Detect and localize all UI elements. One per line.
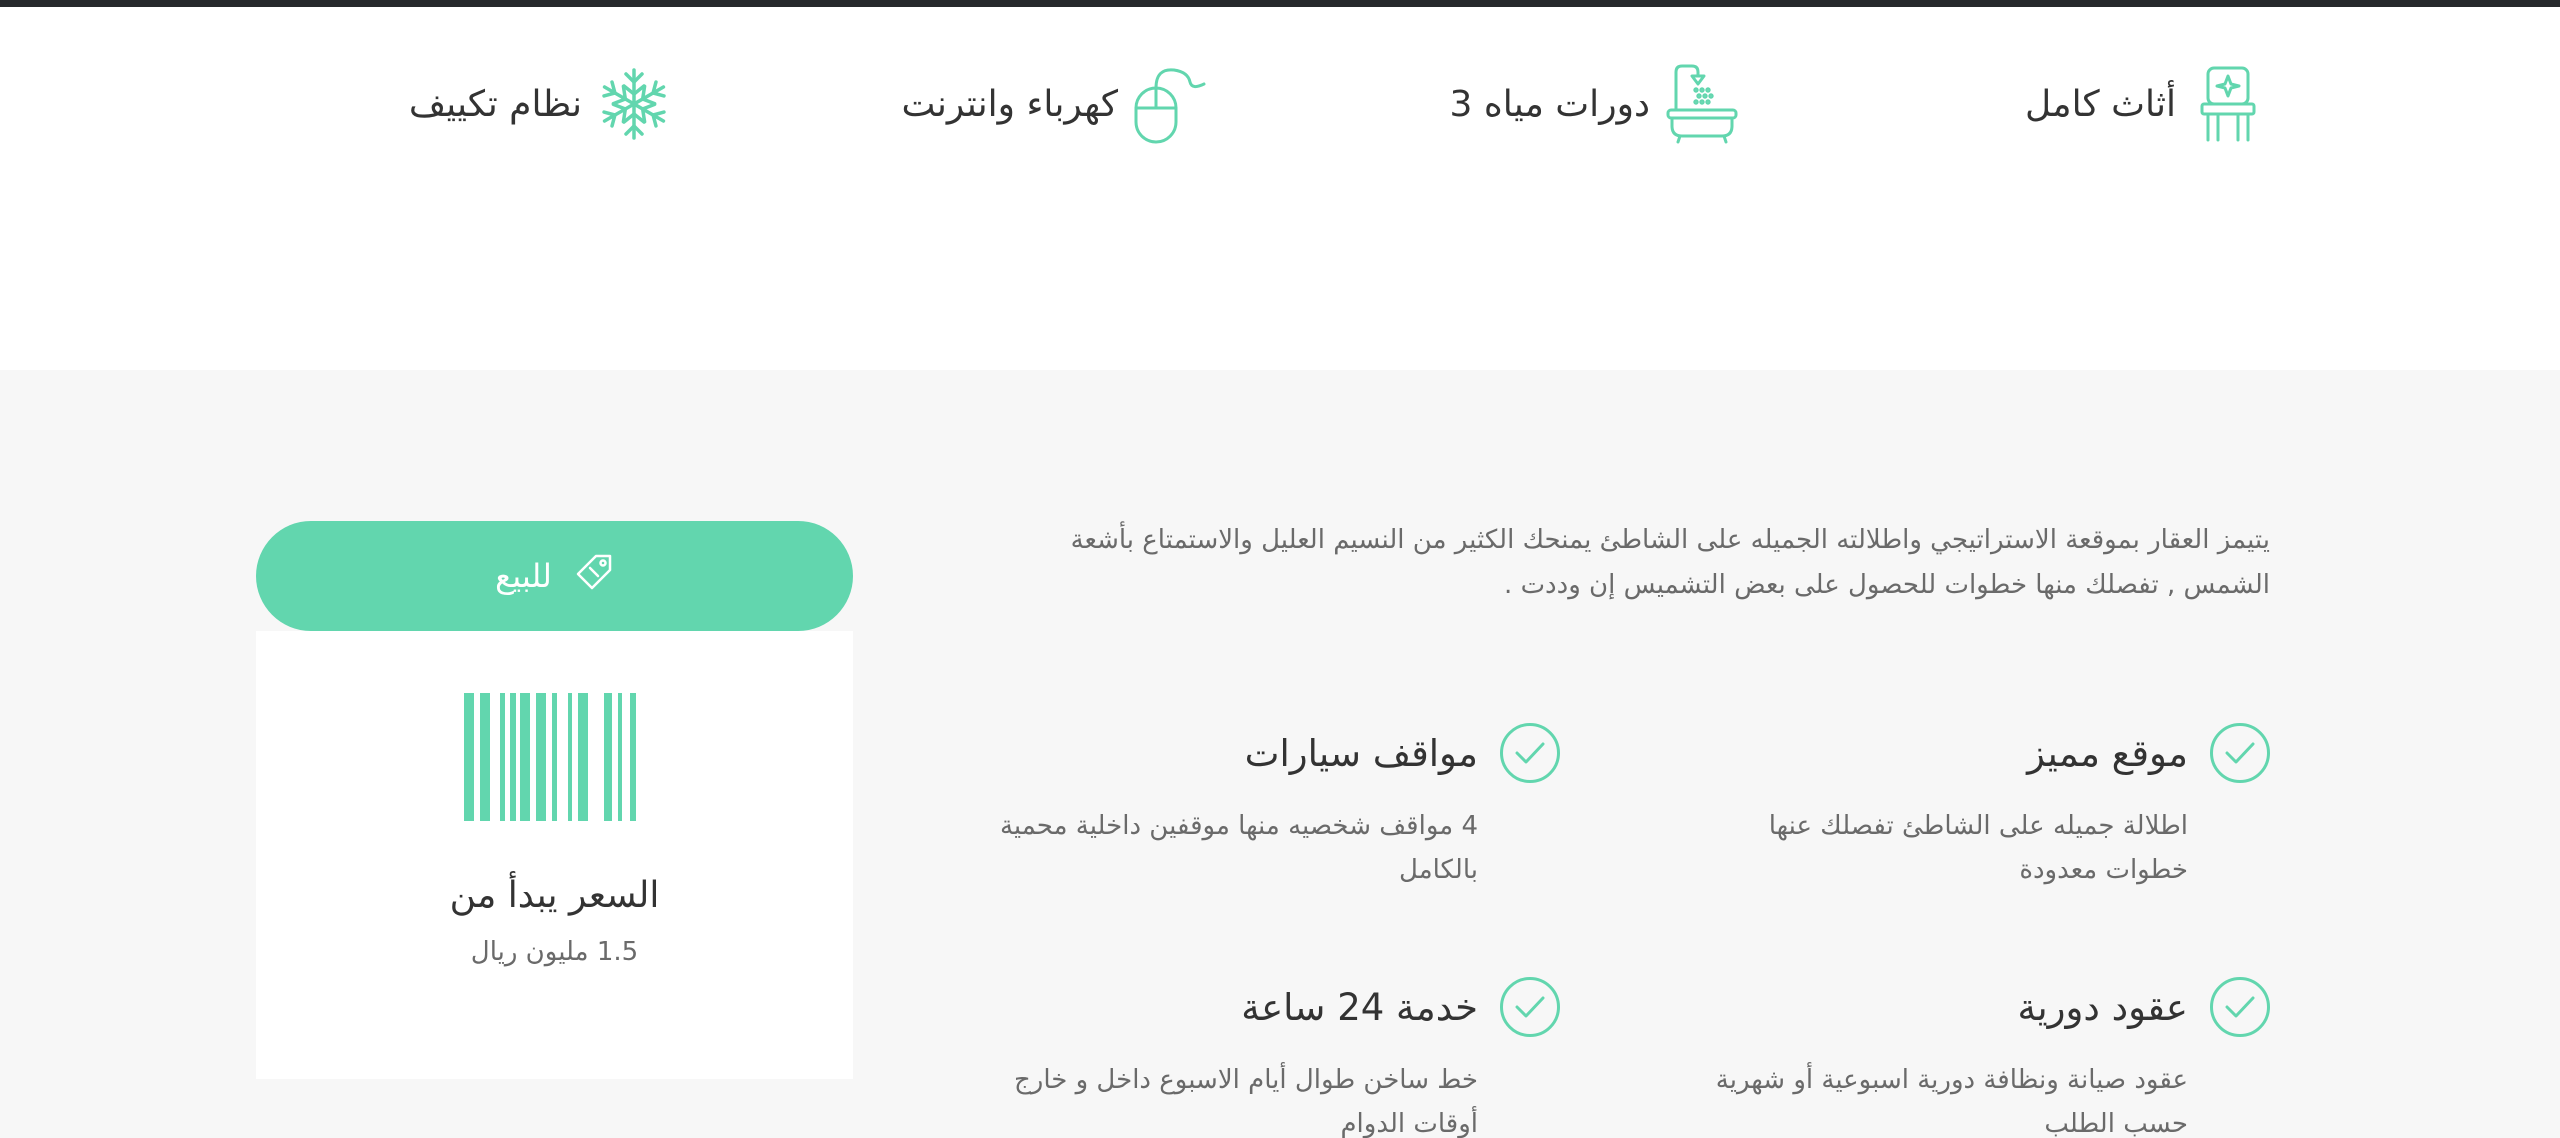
amenity-bathrooms: 3 دورات مياه <box>1450 62 1740 146</box>
price-value: 1.5 مليون ريال <box>470 937 639 967</box>
feature-title: موقع مميز <box>2027 731 2188 775</box>
feature-title: خدمة 24 ساعة <box>1241 985 1478 1029</box>
feature-24h-service: خدمة 24 ساعة خط ساخن طوال أيام الاسبوع د… <box>1000 976 1560 1138</box>
snowflake-icon <box>596 64 672 144</box>
for-sale-button[interactable]: للبيع <box>256 521 853 631</box>
price-card: السعر يبدأ من 1.5 مليون ريال <box>256 631 853 1079</box>
amenity-furniture: أثاث كامل <box>2025 62 2266 146</box>
check-circle-icon <box>1500 723 1560 783</box>
feature-parking: مواقف سيارات 4 مواقف شخصيه منها موقفين د… <box>1000 722 1560 892</box>
tag-icon <box>574 554 614 598</box>
mouse-icon <box>1132 64 1208 144</box>
for-sale-label: للبيع <box>495 557 552 595</box>
check-circle-icon <box>2210 977 2270 1037</box>
feature-text: 4 مواقف شخصيه منها موقفين داخلية محمية ب… <box>999 811 1478 885</box>
chair-icon <box>2190 64 2266 144</box>
amenity-air-conditioning: نظام تكييف <box>409 62 672 146</box>
amenity-electricity-internet: كهرباء وانترنت <box>902 62 1208 146</box>
amenity-label: أثاث كامل <box>2025 83 2176 125</box>
feature-periodic-contracts: عقود دورية عقود صيانة ونظافة دورية اسبوع… <box>1710 976 2270 1138</box>
top-dark-bar <box>0 0 2560 7</box>
amenity-label: نظام تكييف <box>408 83 582 125</box>
feature-text: عقود صيانة ونظافة دورية اسبوعية أو شهرية… <box>1715 1065 2188 1138</box>
amenity-label: 3 دورات مياه <box>1449 83 1650 125</box>
price-title: السعر يبدأ من <box>449 875 660 916</box>
check-circle-icon <box>2210 723 2270 783</box>
feature-title: عقود دورية <box>2017 985 2189 1029</box>
property-description: يتيمز العقار بموقعة الاستراتيجي واطلالته… <box>1070 525 2270 600</box>
amenity-label: كهرباء وانترنت <box>901 83 1118 125</box>
barcode-icon <box>464 693 636 821</box>
bathtub-icon <box>1664 64 1740 144</box>
check-circle-icon <box>1500 977 1560 1037</box>
feature-text: خط ساخن طوال أيام الاسبوع داخل و خارج أو… <box>1014 1065 1478 1138</box>
feature-text: اطلالة جميله على الشاطئ تفصلك عنها خطوات… <box>1768 811 2188 885</box>
feature-prime-location: موقع مميز اطلالة جميله على الشاطئ تفصلك … <box>1710 722 2270 892</box>
feature-title: مواقف سيارات <box>1244 731 1478 775</box>
